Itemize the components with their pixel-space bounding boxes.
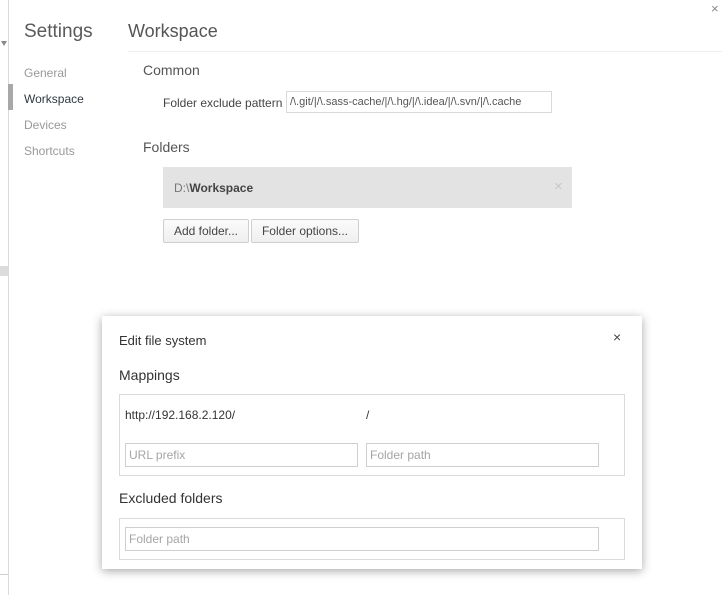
close-settings-icon[interactable]: × [711, 2, 719, 16]
folder-options-button[interactable]: Folder options... [251, 219, 359, 243]
mappings-list: http://192.168.2.120/ / [119, 394, 625, 476]
dropdown-triangle-icon[interactable] [1, 41, 7, 46]
nav-selected-marker [8, 84, 13, 110]
mapping-path[interactable]: / [366, 408, 369, 422]
edit-file-system-dialog: Edit file system × Mappings http://192.1… [102, 316, 642, 569]
title-divider [128, 51, 722, 52]
folder-item[interactable]: D:\Workspace × [163, 167, 572, 208]
mapping-folder-path-input[interactable] [366, 443, 599, 467]
settings-title: Settings [24, 21, 93, 42]
remove-folder-icon[interactable]: × [554, 178, 563, 195]
folders-heading: Folders [143, 139, 190, 155]
common-heading: Common [143, 62, 200, 78]
url-prefix-input[interactable] [125, 443, 358, 467]
excluded-folders-list [119, 518, 625, 560]
sidebar-item-devices[interactable]: Devices [24, 118, 67, 132]
excluded-folders-heading: Excluded folders [119, 490, 223, 506]
sidebar-item-shortcuts[interactable]: Shortcuts [24, 144, 75, 158]
sidebar-item-general[interactable]: General [24, 66, 67, 80]
folder-path: D:\Workspace [174, 181, 253, 195]
folder-exclude-input[interactable]: /\.git/|/\.sass-cache/|/\.hg/|/\.idea/|/… [286, 91, 552, 113]
folder-exclude-label: Folder exclude pattern [163, 96, 283, 110]
edge-scroll-marker [0, 266, 8, 276]
excluded-folder-path-input[interactable] [125, 527, 599, 551]
mappings-heading: Mappings [119, 367, 180, 383]
dialog-title: Edit file system [119, 333, 207, 348]
edge-divider [0, 574, 8, 596]
folder-exclude-value: /\.git/|/\.sass-cache/|/\.hg/|/\.idea/|/… [290, 96, 522, 108]
folder-path-name: Workspace [189, 181, 254, 195]
folder-path-prefix: D:\ [174, 181, 190, 195]
dialog-close-icon[interactable]: × [613, 329, 621, 345]
mapping-url[interactable]: http://192.168.2.120/ [125, 408, 235, 422]
add-folder-button[interactable]: Add folder... [163, 219, 249, 243]
sidebar-item-workspace[interactable]: Workspace [24, 92, 84, 106]
page-title: Workspace [128, 21, 218, 41]
